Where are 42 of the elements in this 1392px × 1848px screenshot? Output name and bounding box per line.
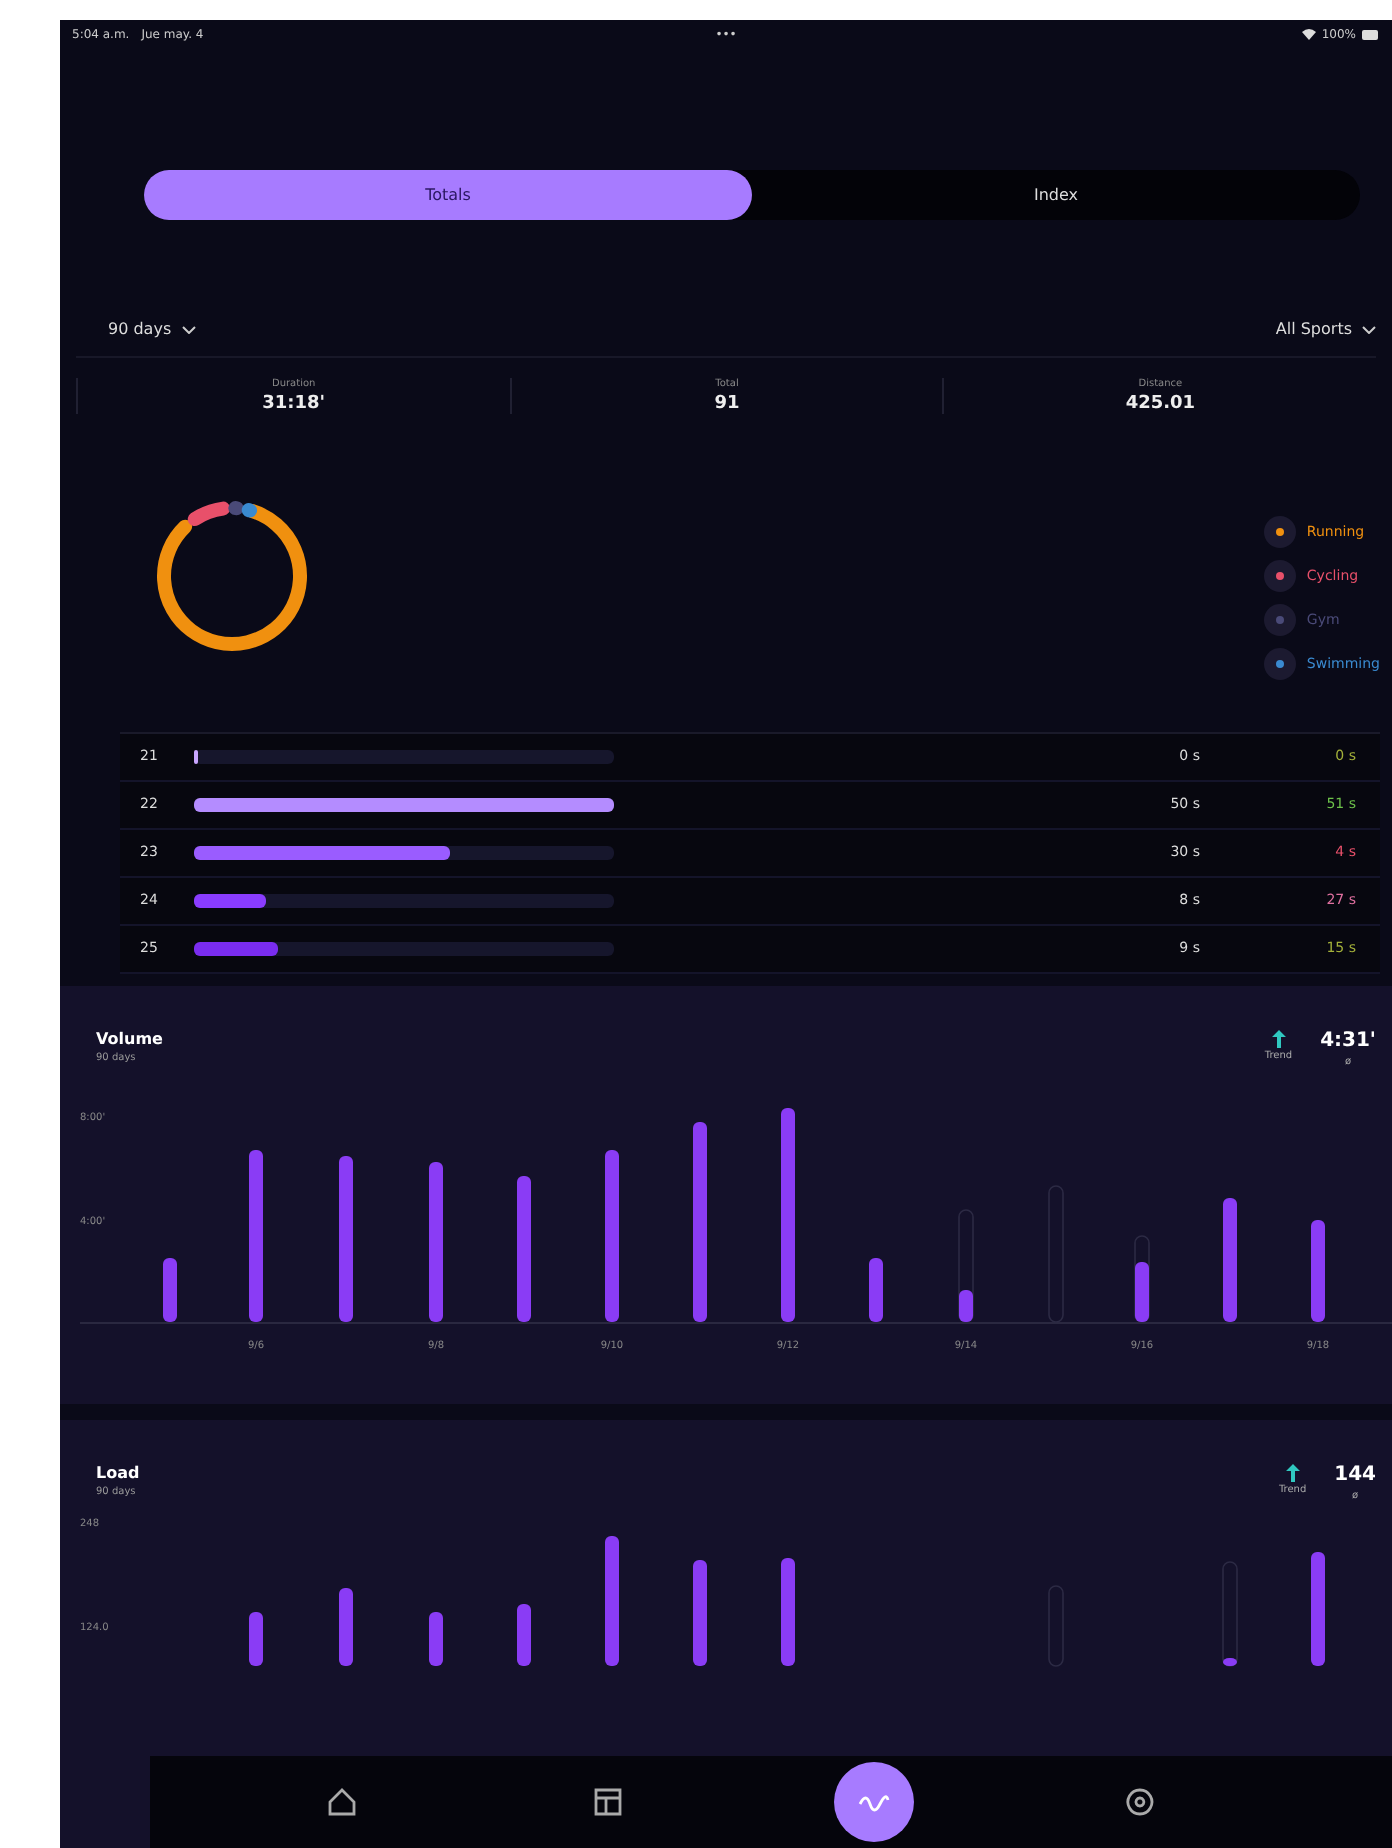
sport-icon <box>1264 648 1297 681</box>
chart-bar <box>605 1536 619 1667</box>
chart-title: Load <box>96 1464 142 1483</box>
segment-tab[interactable]: Index <box>752 170 1360 221</box>
battery-icon <box>1362 29 1380 40</box>
trend-up-icon <box>1285 1464 1300 1483</box>
sport-dropdown[interactable]: All Sports <box>1275 316 1376 343</box>
wifi-icon <box>1301 28 1316 41</box>
chevron-down-icon <box>181 325 196 334</box>
nav-activity-button[interactable] <box>833 1762 914 1842</box>
empty-bar-outline <box>1048 1585 1064 1667</box>
chart-bar <box>1135 1261 1149 1322</box>
chart-bar <box>1223 1658 1237 1667</box>
period-dropdown[interactable]: 90 days <box>108 316 196 343</box>
chart-bar <box>163 1257 177 1322</box>
chart-value: 144 <box>1334 1464 1376 1487</box>
chart-bar <box>1311 1552 1325 1667</box>
sport-icon <box>1264 604 1297 637</box>
chart-bar <box>339 1588 353 1667</box>
chart-bar <box>1311 1219 1325 1322</box>
chart-bar <box>693 1560 707 1667</box>
chart-bar <box>869 1257 883 1322</box>
chart-value: 4:31' <box>1320 1029 1376 1052</box>
chart-bar <box>517 1604 531 1667</box>
stat-value: 425.01 <box>1125 394 1196 415</box>
sport-icon <box>1264 516 1297 549</box>
chart-bar <box>249 1612 263 1667</box>
segment-tab[interactable]: Totals <box>144 170 752 221</box>
sport-icon <box>1264 560 1297 593</box>
home-icon <box>324 1784 361 1820</box>
stat-value: 31:18' <box>262 394 326 415</box>
stat-value: 91 <box>714 394 740 415</box>
calendar-icon <box>590 1784 627 1820</box>
empty-bar-outline <box>1222 1561 1238 1667</box>
chart-bar <box>429 1612 443 1667</box>
chart-bar <box>1223 1197 1237 1322</box>
chart-title: Volume <box>96 1029 165 1048</box>
trend-up-icon <box>1271 1029 1286 1048</box>
settings-icon <box>1121 1784 1158 1820</box>
chart-bar <box>781 1558 795 1667</box>
chevron-down-icon <box>1362 325 1376 334</box>
chart-bar <box>959 1289 973 1322</box>
